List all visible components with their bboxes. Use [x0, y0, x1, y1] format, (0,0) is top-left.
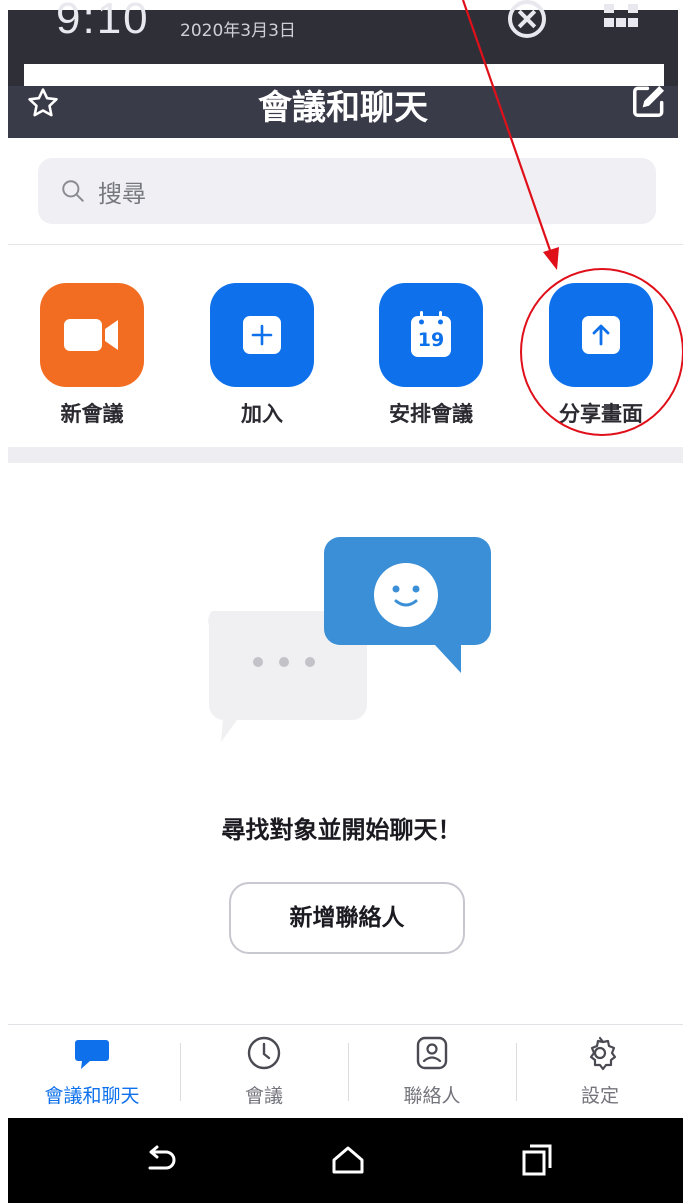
join-label: 加入 [241, 402, 283, 426]
tab-label: 會議和聊天 [44, 1085, 140, 1107]
plus-icon [243, 316, 281, 354]
gear-icon [589, 1036, 617, 1071]
section-divider [8, 447, 683, 463]
tab-settings[interactable]: 設定 [516, 1025, 683, 1119]
clock-icon [247, 1036, 281, 1070]
new-meeting-label: 新會議 [60, 402, 124, 426]
add-contact-button[interactable]: 新增聯絡人 [229, 882, 465, 954]
tab-label: 設定 [580, 1085, 619, 1107]
annotation-arrow [461, 0, 559, 270]
chat-bubble-icon [75, 1040, 109, 1069]
tab-label: 會議 [244, 1085, 283, 1107]
home-icon[interactable] [326, 1138, 370, 1182]
chat-bubbles-illustration [208, 537, 491, 742]
tab-contacts[interactable]: 聯絡人 [348, 1025, 516, 1119]
empty-state-title: 尋找對象並開始聊天！ [221, 816, 462, 844]
system-nav-bar [8, 1118, 683, 1203]
bottom-tab-bar: 會議和聊天 會議 聯絡人 設定 [8, 1024, 683, 1119]
video-camera-icon [64, 319, 118, 351]
contact-card-icon [416, 1036, 448, 1070]
recent-apps-icon[interactable] [514, 1138, 558, 1182]
calendar-day: 19 [417, 329, 445, 351]
tab-meetings-chat[interactable]: 會議和聊天 [8, 1025, 176, 1119]
schedule-meeting-label: 安排會議 [389, 402, 473, 426]
back-icon[interactable] [138, 1138, 182, 1182]
tab-meetings[interactable]: 會議 [180, 1025, 348, 1119]
tab-label: 聯絡人 [403, 1085, 461, 1107]
